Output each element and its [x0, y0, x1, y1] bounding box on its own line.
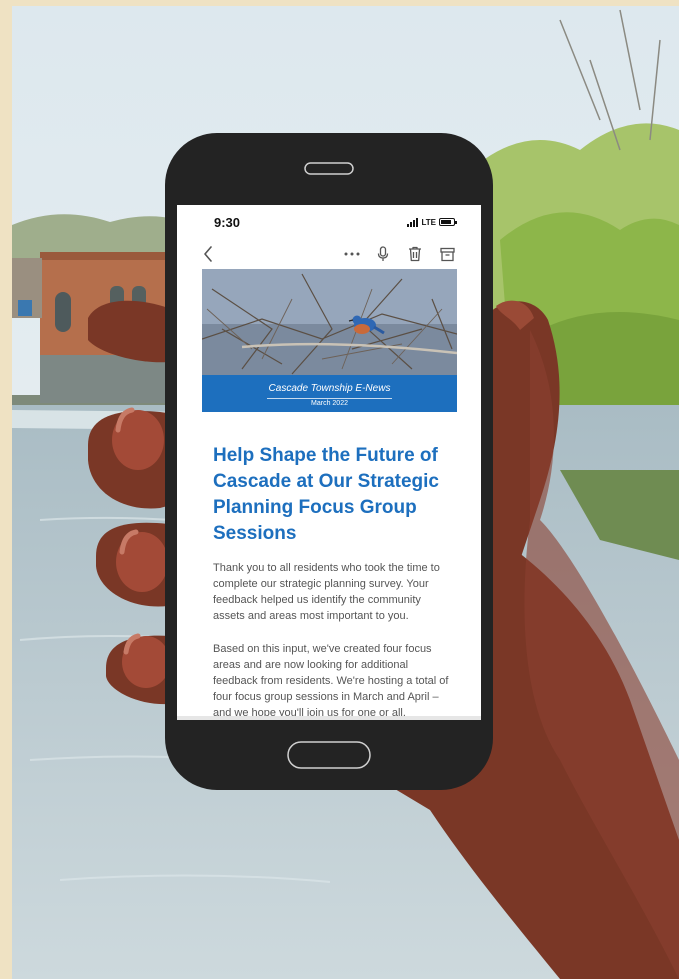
banner-divider — [267, 398, 392, 399]
more-dots-icon[interactable] — [341, 243, 363, 265]
article-paragraph: Based on this input, we've created four … — [213, 643, 449, 719]
phone-screen: 9:30 LTE Cascade Township E-News March 2… — [177, 205, 481, 720]
screen-bottom-edge — [177, 716, 481, 720]
article-paragraph: Thank you to all residents who took the … — [213, 562, 440, 622]
article-headline: Help Shape the Future of Cascade at Our … — [213, 445, 439, 544]
signal-icon — [407, 217, 419, 227]
banner-date: March 2022 — [311, 400, 348, 407]
mail-toolbar — [177, 241, 481, 269]
network-label: LTE — [421, 217, 436, 227]
battery-icon — [439, 218, 457, 226]
trash-icon[interactable] — [407, 243, 423, 265]
banner-overlay: Cascade Township E-News March 2022 — [202, 375, 457, 412]
status-time: 9:30 — [214, 215, 241, 230]
microphone-icon[interactable] — [376, 243, 390, 265]
newsletter-banner: Cascade Township E-News March 2022 — [202, 269, 457, 412]
bluebird-photo — [202, 269, 457, 375]
status-indicators: LTE — [407, 216, 457, 228]
banner-title: Cascade Township E-News — [268, 383, 391, 394]
chevron-left-icon[interactable] — [201, 243, 215, 265]
status-bar: 9:30 LTE — [177, 205, 481, 241]
archive-icon[interactable] — [438, 243, 456, 265]
